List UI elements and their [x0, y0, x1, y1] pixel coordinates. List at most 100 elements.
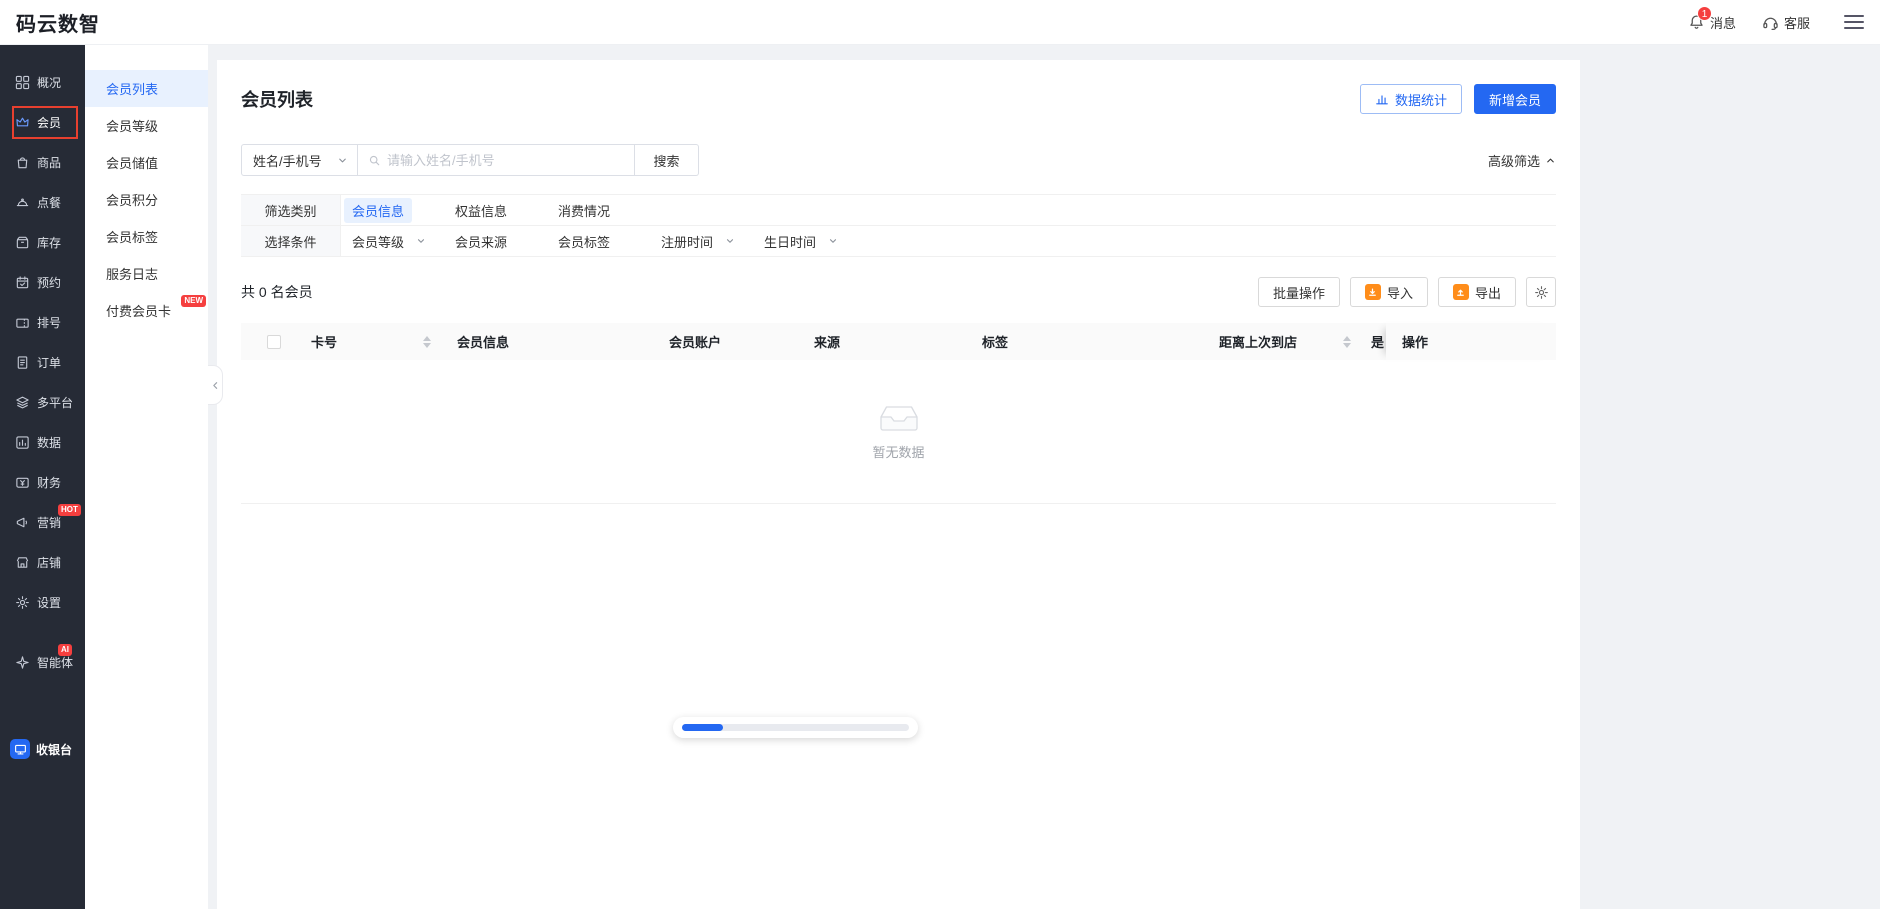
sidebar-item-label: 财务: [37, 475, 62, 490]
advanced-filter-toggle[interactable]: 高级筛选: [1488, 151, 1556, 170]
submenu-item-service-log[interactable]: 服务日志: [85, 255, 208, 292]
filter-birthday-time-dropdown[interactable]: 生日时间: [764, 229, 867, 254]
submenu-item-paid-member-card[interactable]: 付费会员卡 NEW: [85, 292, 208, 329]
add-member-button[interactable]: 新增会员: [1473, 84, 1556, 114]
sidebar-item-multiplatform[interactable]: 多平台: [0, 382, 85, 422]
import-icon: [1364, 284, 1381, 300]
import-button[interactable]: 导入: [1349, 277, 1428, 307]
submenu-item-label: 会员标签: [106, 230, 159, 245]
sidebar-item-label: 数据: [37, 435, 62, 450]
sidebar-item-members[interactable]: 会员: [0, 102, 85, 142]
filter-option-label: 注册时间: [661, 234, 714, 250]
sidebar-item-ai-agent[interactable]: 智能体 AI: [0, 642, 85, 682]
sidebar-item-label: 店铺: [37, 555, 62, 570]
submenu-item-member-tags[interactable]: 会员标签: [85, 218, 208, 255]
advanced-filter-label: 高级筛选: [1487, 153, 1540, 169]
sidebar-item-inventory[interactable]: 库存: [0, 222, 85, 262]
calendar-check-icon: [15, 275, 30, 290]
messages-button[interactable]: 1 消息: [1688, 5, 1736, 32]
filter-condition-options: 会员等级 会员来源 会员标签 注册时间 生日时间: [341, 226, 867, 256]
sort-toggle[interactable]: [423, 335, 431, 348]
submenu-item-member-stored-value[interactable]: 会员储值: [85, 144, 208, 181]
sidebar-item-label: 预约: [37, 275, 62, 290]
submenu-item-member-points[interactable]: 会员积分: [85, 181, 208, 218]
sidebar-item-overview[interactable]: 概况: [0, 62, 85, 102]
sidebar-item-shop[interactable]: 店铺: [0, 542, 85, 582]
table-toolbar: 批量操作 导入 导出: [1257, 277, 1556, 307]
column-source: 来源: [798, 332, 966, 351]
search-input-wrap: [358, 144, 635, 176]
sidebar-item-marketing[interactable]: 营销 HOT: [0, 502, 85, 542]
table-header: 卡号 会员信息 会员账户 来源 标签 距离上次到店 是 操作: [241, 323, 1556, 360]
shopping-bag-icon: [15, 155, 30, 170]
support-button[interactable]: 客服: [1762, 13, 1810, 32]
column-actions-fixed: 操作: [1386, 323, 1556, 360]
sidebar-item-reservation[interactable]: 预约: [0, 262, 85, 302]
sidebar-item-label: 设置: [37, 595, 62, 610]
messages-label: 消息: [1709, 15, 1736, 31]
menu-hamburger-icon[interactable]: [1840, 11, 1868, 33]
column-settings-button[interactable]: [1526, 277, 1556, 307]
sidebar-item-label: 智能体: [37, 655, 74, 670]
submenu-item-label: 付费会员卡: [106, 304, 172, 319]
data-statistics-button[interactable]: 数据统计: [1359, 84, 1462, 114]
sidebar-item-data[interactable]: 数据: [0, 422, 85, 462]
filter-category-row: 筛选类别 会员信息 权益信息 消费情况: [241, 195, 1556, 226]
page-title: 会员列表: [241, 90, 313, 110]
sidebar-item-ordering[interactable]: 点餐: [0, 182, 85, 222]
submenu-item-member-levels[interactable]: 会员等级: [85, 107, 208, 144]
filter-tab-member-info[interactable]: 会员信息: [344, 197, 455, 223]
batch-operations-button[interactable]: 批量操作: [1257, 277, 1340, 307]
filter-member-source[interactable]: 会员来源: [455, 229, 558, 254]
filter-condition-row: 选择条件 会员等级 会员来源 会员标签 注册时间 生日时间: [241, 226, 1556, 257]
submenu-item-member-list[interactable]: 会员列表: [85, 70, 208, 107]
filter-register-time-dropdown[interactable]: 注册时间: [661, 229, 764, 254]
column-label: 来源: [814, 335, 841, 350]
new-badge: NEW: [181, 295, 206, 307]
document-icon: [15, 355, 30, 370]
sidebar-item-cashier[interactable]: 收银台: [0, 739, 85, 759]
filter-category-label: 筛选类别: [241, 195, 341, 225]
data-statistics-label: 数据统计: [1394, 92, 1447, 108]
sidebar-item-settings[interactable]: 设置: [0, 582, 85, 622]
sidebar-item-orders[interactable]: 订单: [0, 342, 85, 382]
box-icon: [15, 235, 30, 250]
gear-icon: [1534, 285, 1549, 300]
primary-sidebar: 概况 会员 商品 点餐 库存 预约 排号 订单 多平台 数据 财务 营销 HOT…: [0, 45, 85, 909]
submenu-item-label: 会员积分: [106, 193, 159, 208]
filter-tab-rights-info[interactable]: 权益信息: [455, 198, 558, 223]
search-input[interactable]: [387, 152, 624, 168]
search-field-select[interactable]: 姓名/手机号: [241, 144, 358, 176]
sidebar-item-queue[interactable]: 排号: [0, 302, 85, 342]
progress-track: [682, 724, 909, 731]
topbar-right-cluster: 1 消息 客服: [1688, 5, 1868, 33]
filter-tab-consumption[interactable]: 消费情况: [558, 198, 661, 223]
header-checkbox-cell: [241, 334, 295, 349]
progress-fill: [682, 724, 723, 731]
filter-member-level-dropdown[interactable]: 会员等级: [352, 229, 455, 254]
column-label: 会员信息: [457, 335, 510, 350]
column-member-account: 会员账户: [653, 332, 798, 351]
search-button[interactable]: 搜索: [635, 144, 699, 176]
sidebar-item-products[interactable]: 商品: [0, 142, 85, 182]
column-tags: 标签: [966, 332, 1203, 351]
export-button[interactable]: 导出: [1437, 277, 1516, 307]
sidebar-item-label: 订单: [37, 355, 62, 370]
select-all-checkbox[interactable]: [267, 334, 281, 349]
cashier-monitor-icon: [10, 739, 30, 759]
headset-icon: [1762, 14, 1779, 31]
stats-chart-icon: [1375, 92, 1389, 106]
progress-bar[interactable]: [673, 717, 918, 738]
export-icon: [1452, 284, 1469, 300]
add-member-label: 新增会员: [1488, 92, 1541, 108]
sidebar-item-label: 营销: [37, 515, 62, 530]
filter-member-tags[interactable]: 会员标签: [558, 229, 661, 254]
sidebar-item-finance[interactable]: 财务: [0, 462, 85, 502]
column-label: 标签: [982, 335, 1009, 350]
card-header: 会员列表 数据统计 新增会员: [241, 84, 1556, 114]
spark-icon: [15, 655, 30, 670]
member-list-card: 会员列表 数据统计 新增会员 姓名/手机号 请输入姓名/手机号 搜索 高级筛选 …: [217, 60, 1580, 909]
table-empty-state: 暂无数据: [241, 360, 1556, 504]
sort-toggle[interactable]: [1343, 335, 1351, 348]
sidebar-collapse-handle[interactable]: [208, 365, 223, 405]
